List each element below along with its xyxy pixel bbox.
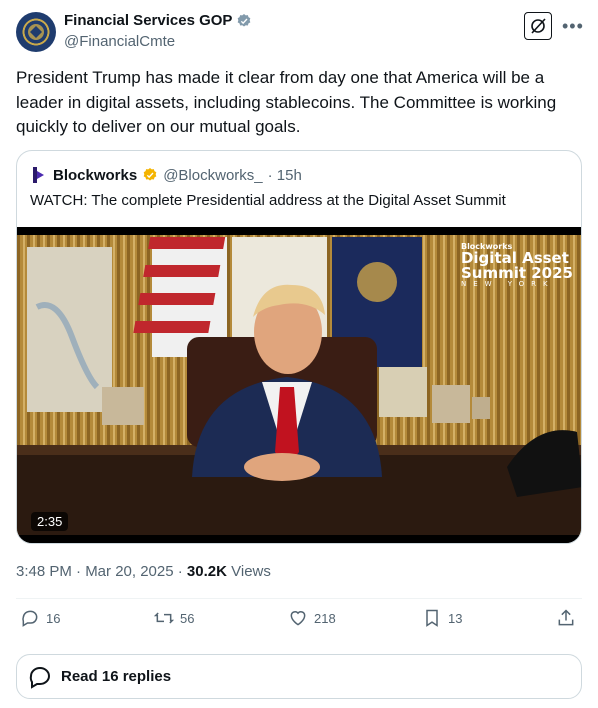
verified-badge-icon — [238, 13, 251, 27]
like-button[interactable]: 218 — [288, 608, 336, 628]
brand-city: NEW YORK — [460, 280, 555, 288]
heart-icon — [290, 611, 306, 626]
blockworks-logo-icon — [33, 167, 44, 183]
gold-verified-badge-icon — [143, 168, 157, 181]
author-name-row[interactable]: Financial Services GOP — [64, 12, 252, 29]
bookmark-button[interactable]: 13 — [422, 608, 462, 628]
views-count: 30.2K — [186, 563, 227, 580]
share-button[interactable] — [556, 608, 576, 628]
grok-icon — [531, 18, 546, 34]
tweet-text: President Trump has made it clear from d… — [16, 68, 557, 136]
views-label: Views — [231, 563, 271, 580]
video-brand-overlay: Blockworks Digital Asset Summit 2025 NEW… — [461, 243, 573, 288]
repost-icon — [154, 612, 174, 624]
share-icon — [558, 609, 574, 626]
quote-header: Blockworks @Blockworks_ · 15h — [30, 166, 302, 184]
bookmark-icon — [426, 609, 438, 627]
author-name[interactable]: Financial Services GOP — [64, 12, 232, 29]
more-options-icon[interactable]: ••• — [562, 16, 584, 37]
tweet-meta: 3:48 PM · Mar 20, 2025 · 30.2K Views — [16, 563, 271, 580]
quote-author-handle[interactable]: @Blockworks_ — [163, 167, 262, 184]
reply-icon — [22, 610, 38, 627]
author-avatar[interactable] — [16, 12, 56, 52]
repost-count: 56 — [180, 610, 195, 626]
action-bar: 16 56 218 13 — [16, 608, 582, 638]
brand-line2: Summit 2025 — [460, 264, 573, 282]
tweet-timestamp[interactable]: 3:48 PM · Mar 20, 2025 · — [16, 563, 183, 580]
like-count: 218 — [314, 610, 336, 626]
reply-button[interactable]: 16 — [20, 608, 60, 628]
quote-tweet-card[interactable]: Blockworks @Blockworks_ · 15h WATCH: The… — [16, 150, 582, 544]
reply-count: 16 — [46, 610, 61, 626]
divider-top — [16, 598, 582, 599]
video-duration-badge: 2:35 — [31, 512, 69, 531]
author-handle[interactable]: @FinancialCmte — [64, 33, 175, 50]
bookmark-count: 13 — [448, 610, 463, 626]
quote-time[interactable]: · 15h — [268, 167, 302, 184]
quote-text: WATCH: The complete Presidential address… — [30, 192, 506, 209]
repost-button[interactable]: 56 — [154, 608, 194, 628]
video-player[interactable]: Blockworks Digital Asset Summit 2025 NEW… — [17, 227, 581, 543]
read-replies-label: Read 16 replies — [61, 668, 172, 685]
grok-button[interactable] — [524, 12, 552, 40]
read-replies-button[interactable]: Read 16 replies — [16, 654, 582, 699]
reply-bubble-icon — [29, 666, 50, 689]
quote-author-name[interactable]: Blockworks — [53, 167, 137, 184]
